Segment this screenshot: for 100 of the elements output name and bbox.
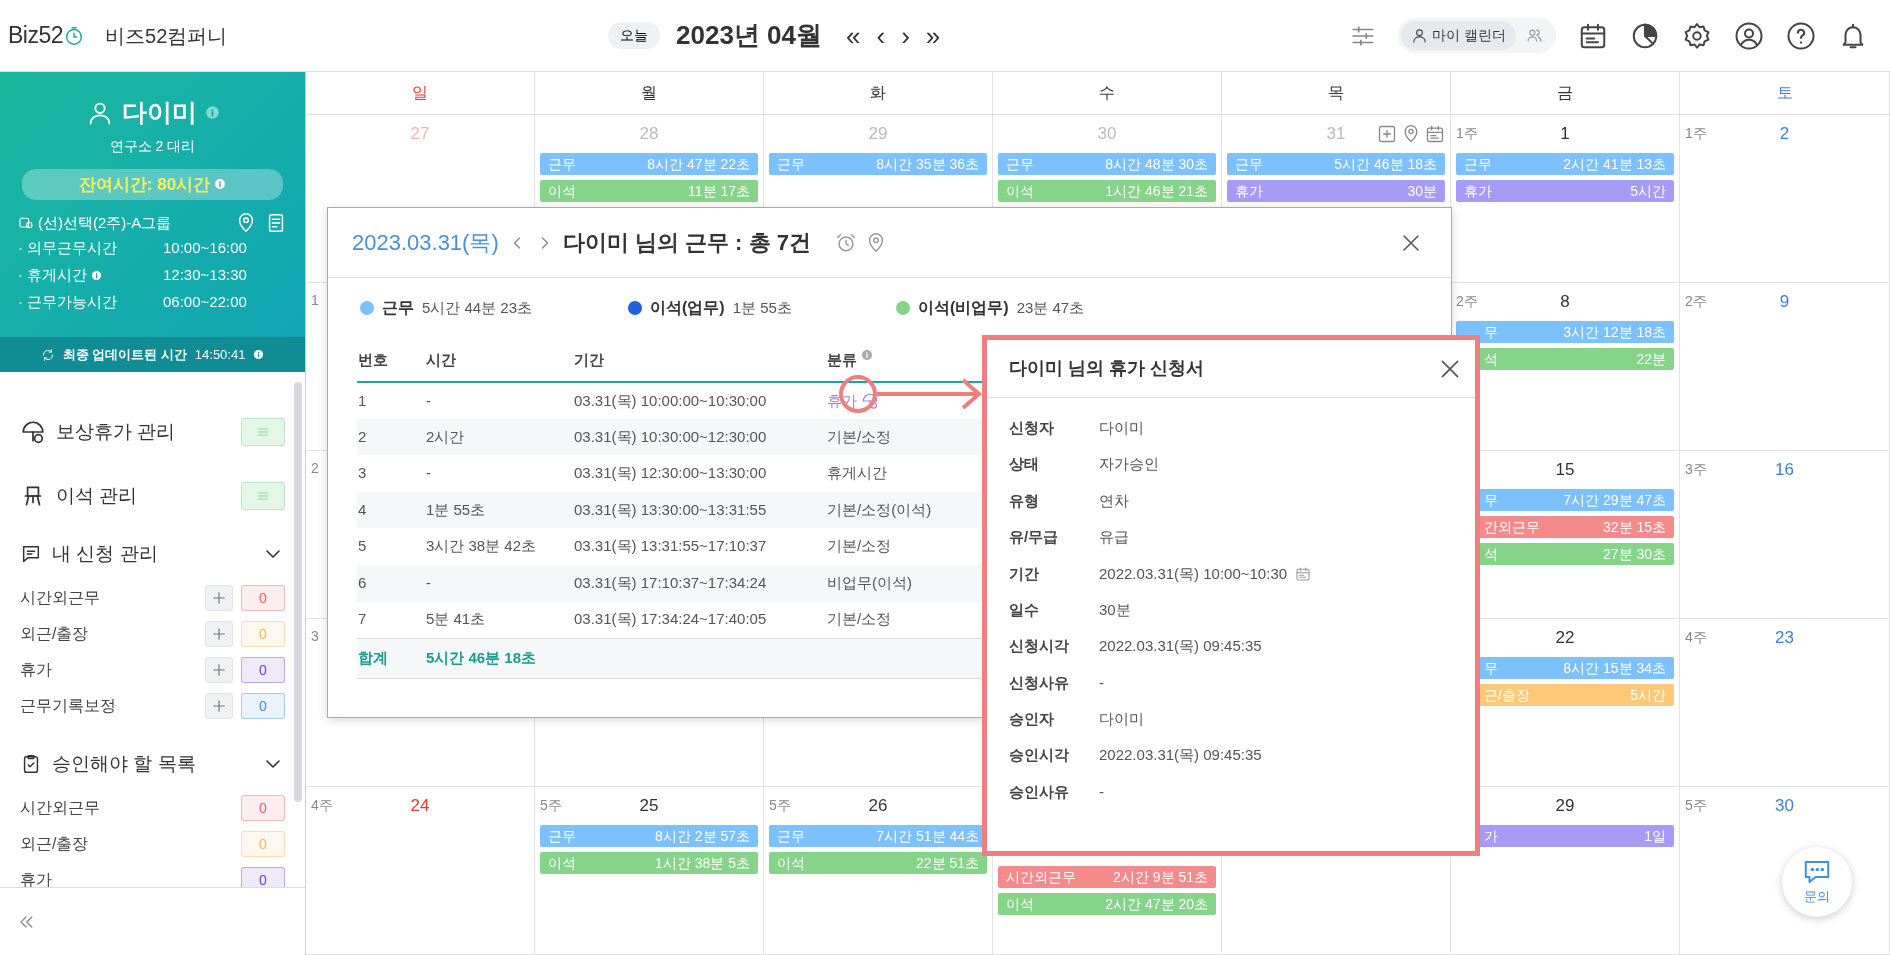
weekday-label: 일 [412, 83, 428, 103]
date-number[interactable]: 29 [1555, 793, 1575, 819]
date-number[interactable]: 24 [410, 793, 430, 819]
next-year-button[interactable]: » [917, 22, 949, 49]
week-label: 2 [311, 458, 319, 478]
count-badge[interactable]: 0 [241, 585, 285, 611]
user-position: 연구소 2 대리 [108, 136, 197, 156]
calendar-day-cell[interactable]: 3주 16 [1680, 451, 1890, 619]
schedule-label: · 근무가능시간 [18, 291, 118, 312]
week-label: 3 [311, 626, 319, 646]
today-button[interactable]: 오늘 [608, 22, 660, 49]
event-bar[interactable]: 휴가 30분 [1227, 180, 1445, 202]
table-cell: 7 [357, 601, 425, 639]
field-value: 유급 [1099, 527, 1129, 548]
next-month-button[interactable]: › [893, 22, 918, 49]
category-text: 기본/소정 [827, 609, 892, 630]
week-label: 3주 [1685, 460, 1707, 480]
menu-link[interactable]: 보상휴가 관리 [56, 417, 176, 447]
menu-item[interactable]: 외근/출장 [20, 622, 89, 646]
field-value: 다이미 [1099, 417, 1144, 438]
date-number[interactable]: 26 [868, 793, 888, 819]
category-text: 비업무(이석) [827, 573, 912, 593]
date-number[interactable]: 22 [1555, 625, 1575, 651]
table-cell: 03.31(목) 13:31:55~17:10:37 [573, 528, 826, 565]
previous-year-button[interactable]: « [838, 22, 869, 49]
table-cell: 03.31(목) 10:30:00~12:30:00 [573, 418, 826, 456]
calendar-day-cell[interactable]: 2주 9 [1680, 283, 1890, 451]
weekday-label: 화 [870, 83, 886, 103]
field-label: 승인시각 [1009, 745, 1070, 766]
date-number[interactable]: 9 [1779, 289, 1790, 315]
user-name: 다이미 [121, 97, 197, 128]
menu-link[interactable]: 이석 관리 [56, 481, 138, 511]
date-number[interactable]: 16 [1775, 457, 1794, 483]
weekday-label: 월 [641, 83, 657, 103]
calendar-day-cell[interactable]: 4주 23 [1680, 619, 1890, 787]
logo[interactable]: Biz52 [8, 18, 86, 53]
date-number[interactable]: 1 [1560, 121, 1570, 147]
total-value: 5시간 46분 18초 [426, 648, 537, 666]
chat-button[interactable]: 문의 [1782, 847, 1852, 917]
category-text: 휴게시간 [827, 463, 887, 484]
schedule-label: · 의무근무시간 [18, 237, 118, 258]
weekday-label: 수 [1099, 83, 1115, 103]
table-cell: - [425, 382, 573, 419]
event-bar[interactable]: 시간외근무 2시간 9분 51초 [998, 866, 1216, 888]
calendar-day-cell[interactable]: 4주 24 [306, 787, 535, 955]
field-label: 상태 [1009, 454, 1040, 475]
field-label: 일수 [1009, 599, 1040, 620]
field-label: 유/무급 [1009, 527, 1060, 548]
legend-value: 5시간 44분 23초 [422, 297, 533, 318]
week-label: 1주 [1685, 124, 1707, 144]
table-cell: 1분 55초 [425, 491, 573, 529]
field-value: 다이미 [1099, 709, 1144, 730]
menu-item[interactable]: 휴가 [20, 868, 52, 887]
date-number[interactable]: 25 [639, 793, 659, 819]
calendar-day-cell[interactable]: 1주 1 근무 2시간 41분 13초 휴가 5시간 [1451, 115, 1680, 283]
week-label: 1주 [1456, 124, 1478, 144]
date-number[interactable]: 15 [1555, 457, 1575, 483]
company-name: 비즈52컴퍼니 [105, 23, 228, 49]
column-header: 기간 [574, 350, 604, 371]
legend-label: 이석(업무) [650, 298, 725, 318]
column-header: 시간 [426, 350, 456, 371]
field-value: 2022.03.31(목) 10:00~10:30 [1099, 563, 1288, 584]
count-badge[interactable]: 0 [241, 795, 285, 821]
legend-value: 23분 47초 [1016, 297, 1085, 318]
category-text: 기본/소정(이석) [827, 499, 932, 520]
weekday-label: 금 [1557, 83, 1573, 103]
date-number[interactable]: 2 [1779, 121, 1790, 147]
menu-item[interactable]: 시간외근무 [20, 586, 100, 610]
count-badge[interactable]: 0 [241, 867, 285, 887]
field-value: 2022.03.31(목) 09:45:35 [1099, 745, 1262, 766]
remaining-time-badge: 잔여시간: 80시간 [22, 168, 283, 200]
menu-item[interactable]: 휴가 [20, 658, 52, 682]
table-cell: 5분 41초 [425, 601, 573, 639]
schedule-time: 10:00~16:00 [163, 237, 247, 258]
table-cell: 03.31(목) 10:00:00~10:30:00 [573, 382, 826, 419]
event-bar[interactable]: 휴가 5시간 [1456, 180, 1674, 202]
menu-item[interactable]: 외근/출장 [20, 832, 89, 856]
field-label: 승인자 [1009, 709, 1055, 730]
my-calendar-toggle[interactable]: 마이 캘린더 [1401, 21, 1516, 50]
table-cell: 2시간 [425, 418, 573, 456]
count-badge[interactable]: 0 [241, 657, 285, 683]
table-cell: - [425, 564, 573, 602]
date-number[interactable]: 8 [1560, 289, 1570, 315]
table-cell: 3 [357, 455, 425, 492]
group-name: (선)선택(2주)-A그룹 [38, 213, 172, 233]
week-label: 1 [311, 290, 319, 310]
field-value: 연차 [1099, 490, 1129, 511]
menu-item[interactable]: 시간외근무 [20, 796, 100, 820]
count-badge[interactable]: 0 [241, 693, 285, 719]
previous-month-button[interactable]: ‹ [868, 22, 894, 49]
update-time: 14:50:41 [194, 345, 246, 364]
field-label: 기간 [1009, 563, 1040, 584]
week-label: 5주 [769, 796, 791, 816]
week-label: 5주 [1685, 796, 1707, 816]
date-number[interactable]: 30 [1775, 793, 1794, 819]
calendar-day-cell[interactable]: 5주 26 근무 7시간 51분 44초 이석 22분 51초 [764, 787, 993, 955]
calendar-day-cell[interactable]: 1주 2 [1680, 115, 1890, 283]
date-number[interactable]: 23 [1775, 625, 1794, 651]
calendar-day-cell[interactable]: 5주 25 근무 8시간 2분 57초 이석 1시간 38분 5초 [535, 787, 764, 955]
menu-item[interactable]: 근무기록보정 [20, 694, 116, 718]
